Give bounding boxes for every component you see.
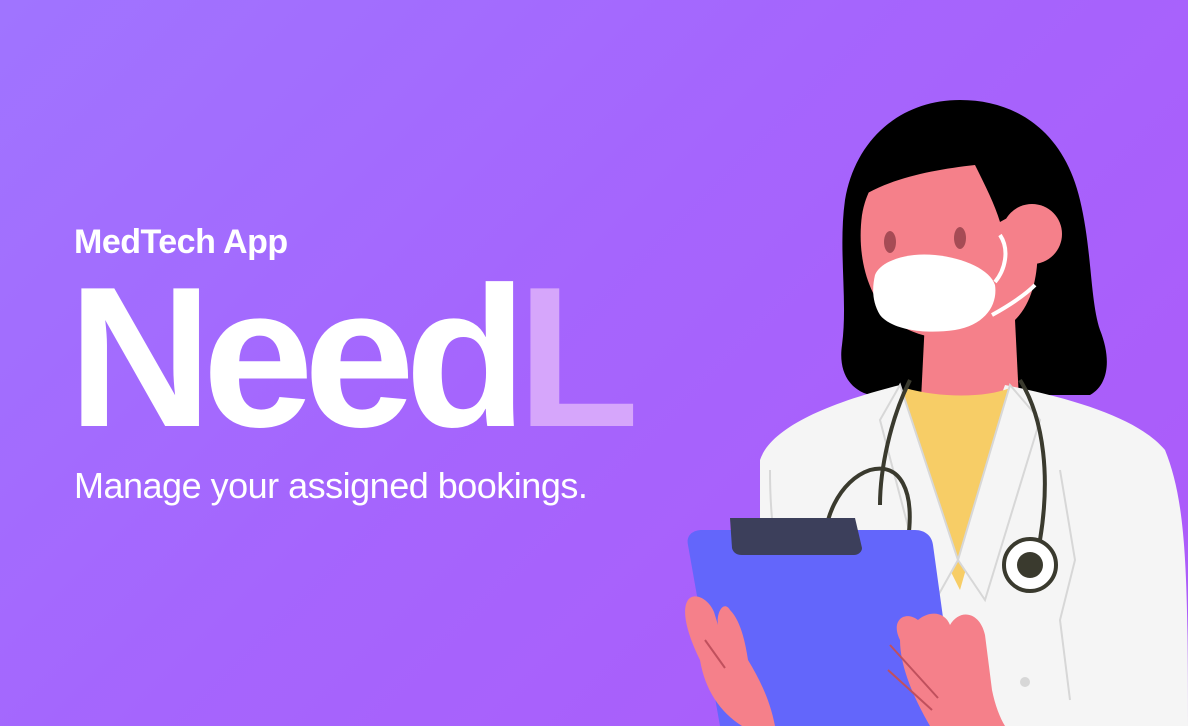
brand-main: Need — [68, 246, 527, 469]
tagline: Manage your assigned bookings. — [74, 465, 588, 506]
doctor-illustration — [685, 100, 1188, 726]
brand-accent: L — [517, 246, 639, 469]
brand-wordmark: NeedL — [68, 246, 639, 469]
eye-left — [884, 231, 896, 253]
eye-right — [954, 227, 966, 249]
